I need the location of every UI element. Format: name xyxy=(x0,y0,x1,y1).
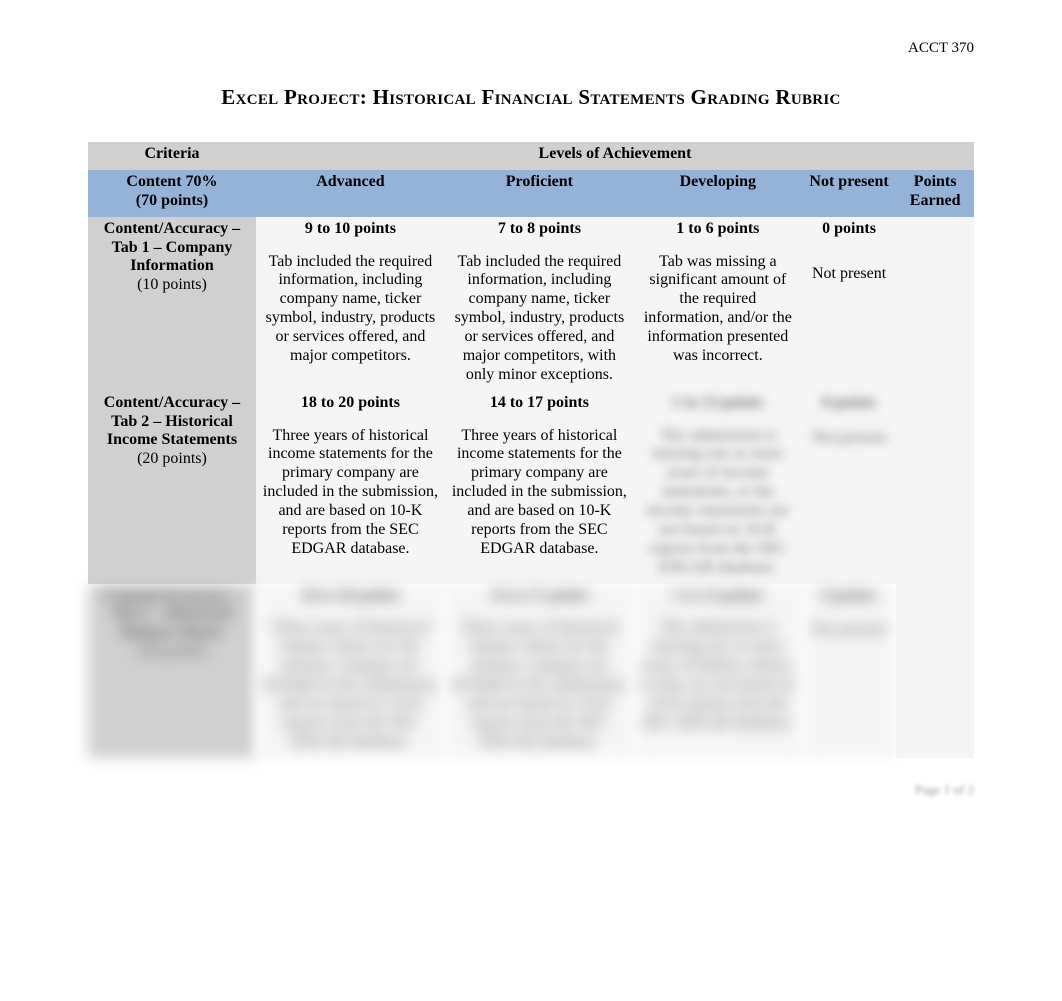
table-row: Content/Accuracy – Tab 3 – Historical Ba… xyxy=(88,584,974,758)
cell-desc: The submission is missing one or more ye… xyxy=(638,427,798,578)
cell-desc: Not present xyxy=(806,265,892,284)
points-earned-cell xyxy=(896,217,974,391)
header-levels: Levels of Achievement xyxy=(256,142,974,170)
developing-cell: 1 to 13 points The submission is missing… xyxy=(634,584,802,758)
proficient-cell: 14 to 17 points Three years of historica… xyxy=(445,584,634,758)
course-code: ACCT 370 xyxy=(88,40,974,57)
proficient-cell: 7 to 8 points Tab included the required … xyxy=(445,217,634,391)
cell-desc: Tab included the required information, i… xyxy=(260,253,441,366)
cell-desc: The submission is missing one or more ye… xyxy=(638,619,798,732)
table-header-row-2: Content 70% (70 points) Advanced Profici… xyxy=(88,170,974,217)
cell-desc: Three years of historical income stateme… xyxy=(449,427,630,559)
cell-points: 1 to 13 points xyxy=(638,394,798,413)
cell-points: 18 to 20 points xyxy=(260,394,441,413)
rubric-table: Criteria Levels of Achievement Content 7… xyxy=(88,142,974,758)
cell-points: 1 to 13 points xyxy=(638,587,798,606)
document-page: ACCT 370 Excel Project: Historical Finan… xyxy=(0,0,1062,818)
header-content-pct: Content 70% (70 points) xyxy=(88,170,256,217)
page-footer: Page 1 of 2 xyxy=(88,782,974,798)
content-pct-label: Content 70% xyxy=(126,173,217,190)
header-proficient: Proficient xyxy=(445,170,634,217)
header-points-earned: Points Earned xyxy=(896,170,974,217)
cell-points: 0 points xyxy=(806,220,892,239)
cell-desc: Tab was missing a significant amount of … xyxy=(638,253,798,366)
content-pts-label: (70 points) xyxy=(136,192,208,209)
not-present-cell: 0 points Not present xyxy=(802,584,896,758)
table-row: Content/Accuracy – Tab 2 – Historical In… xyxy=(88,391,974,584)
criteria-title: Content/Accuracy – Tab 2 – Historical In… xyxy=(104,394,240,449)
not-present-cell: 0 points Not present xyxy=(802,391,896,584)
cell-points: 18 to 20 points xyxy=(260,587,441,606)
header-advanced: Advanced xyxy=(256,170,445,217)
cell-desc: Not present xyxy=(806,429,892,448)
cell-points: 1 to 6 points xyxy=(638,220,798,239)
criteria-title: Content/Accuracy – Tab 1 – Company Infor… xyxy=(104,220,240,275)
advanced-cell: 9 to 10 points Tab included the required… xyxy=(256,217,445,391)
cell-desc: Tab included the required information, i… xyxy=(449,253,630,385)
criteria-points: (10 points) xyxy=(137,276,207,293)
developing-cell: 1 to 6 points Tab was missing a signific… xyxy=(634,217,802,391)
advanced-cell: 18 to 20 points Three years of historica… xyxy=(256,391,445,584)
cell-points: 14 to 17 points xyxy=(449,394,630,413)
table-row: Content/Accuracy – Tab 1 – Company Infor… xyxy=(88,217,974,391)
criteria-points: (20 points) xyxy=(137,450,207,467)
header-not-present: Not present xyxy=(802,170,896,217)
advanced-cell: 18 to 20 points Three years of historica… xyxy=(256,584,445,758)
criteria-title: Content/Accuracy – Tab 3 – Historical Ba… xyxy=(104,587,240,642)
cell-points: 14 to 17 points xyxy=(449,587,630,606)
document-title: Excel Project: Historical Financial Stat… xyxy=(88,85,974,110)
cell-desc: Three years of historical balance sheets… xyxy=(260,619,441,751)
cell-desc: Three years of historical balance sheets… xyxy=(449,619,630,751)
points-earned-cell xyxy=(896,584,974,758)
criteria-cell: Content/Accuracy – Tab 2 – Historical In… xyxy=(88,391,256,584)
header-developing: Developing xyxy=(634,170,802,217)
criteria-cell: Content/Accuracy – Tab 3 – Historical Ba… xyxy=(88,584,256,758)
developing-cell: 1 to 13 points The submission is missing… xyxy=(634,391,802,584)
cell-points: 0 points xyxy=(806,587,892,606)
proficient-cell: 14 to 17 points Three years of historica… xyxy=(445,391,634,584)
not-present-cell: 0 points Not present xyxy=(802,217,896,391)
cell-desc: Not present xyxy=(806,621,892,640)
header-criteria: Criteria xyxy=(88,142,256,170)
cell-points: 9 to 10 points xyxy=(260,220,441,239)
cell-points: 7 to 8 points xyxy=(449,220,630,239)
cell-points: 0 points xyxy=(806,394,892,413)
cell-desc: Three years of historical income stateme… xyxy=(260,427,441,559)
criteria-cell: Content/Accuracy – Tab 1 – Company Infor… xyxy=(88,217,256,391)
table-header-row-1: Criteria Levels of Achievement xyxy=(88,142,974,170)
criteria-points: (20 points) xyxy=(137,643,207,660)
points-earned-cell xyxy=(896,391,974,584)
